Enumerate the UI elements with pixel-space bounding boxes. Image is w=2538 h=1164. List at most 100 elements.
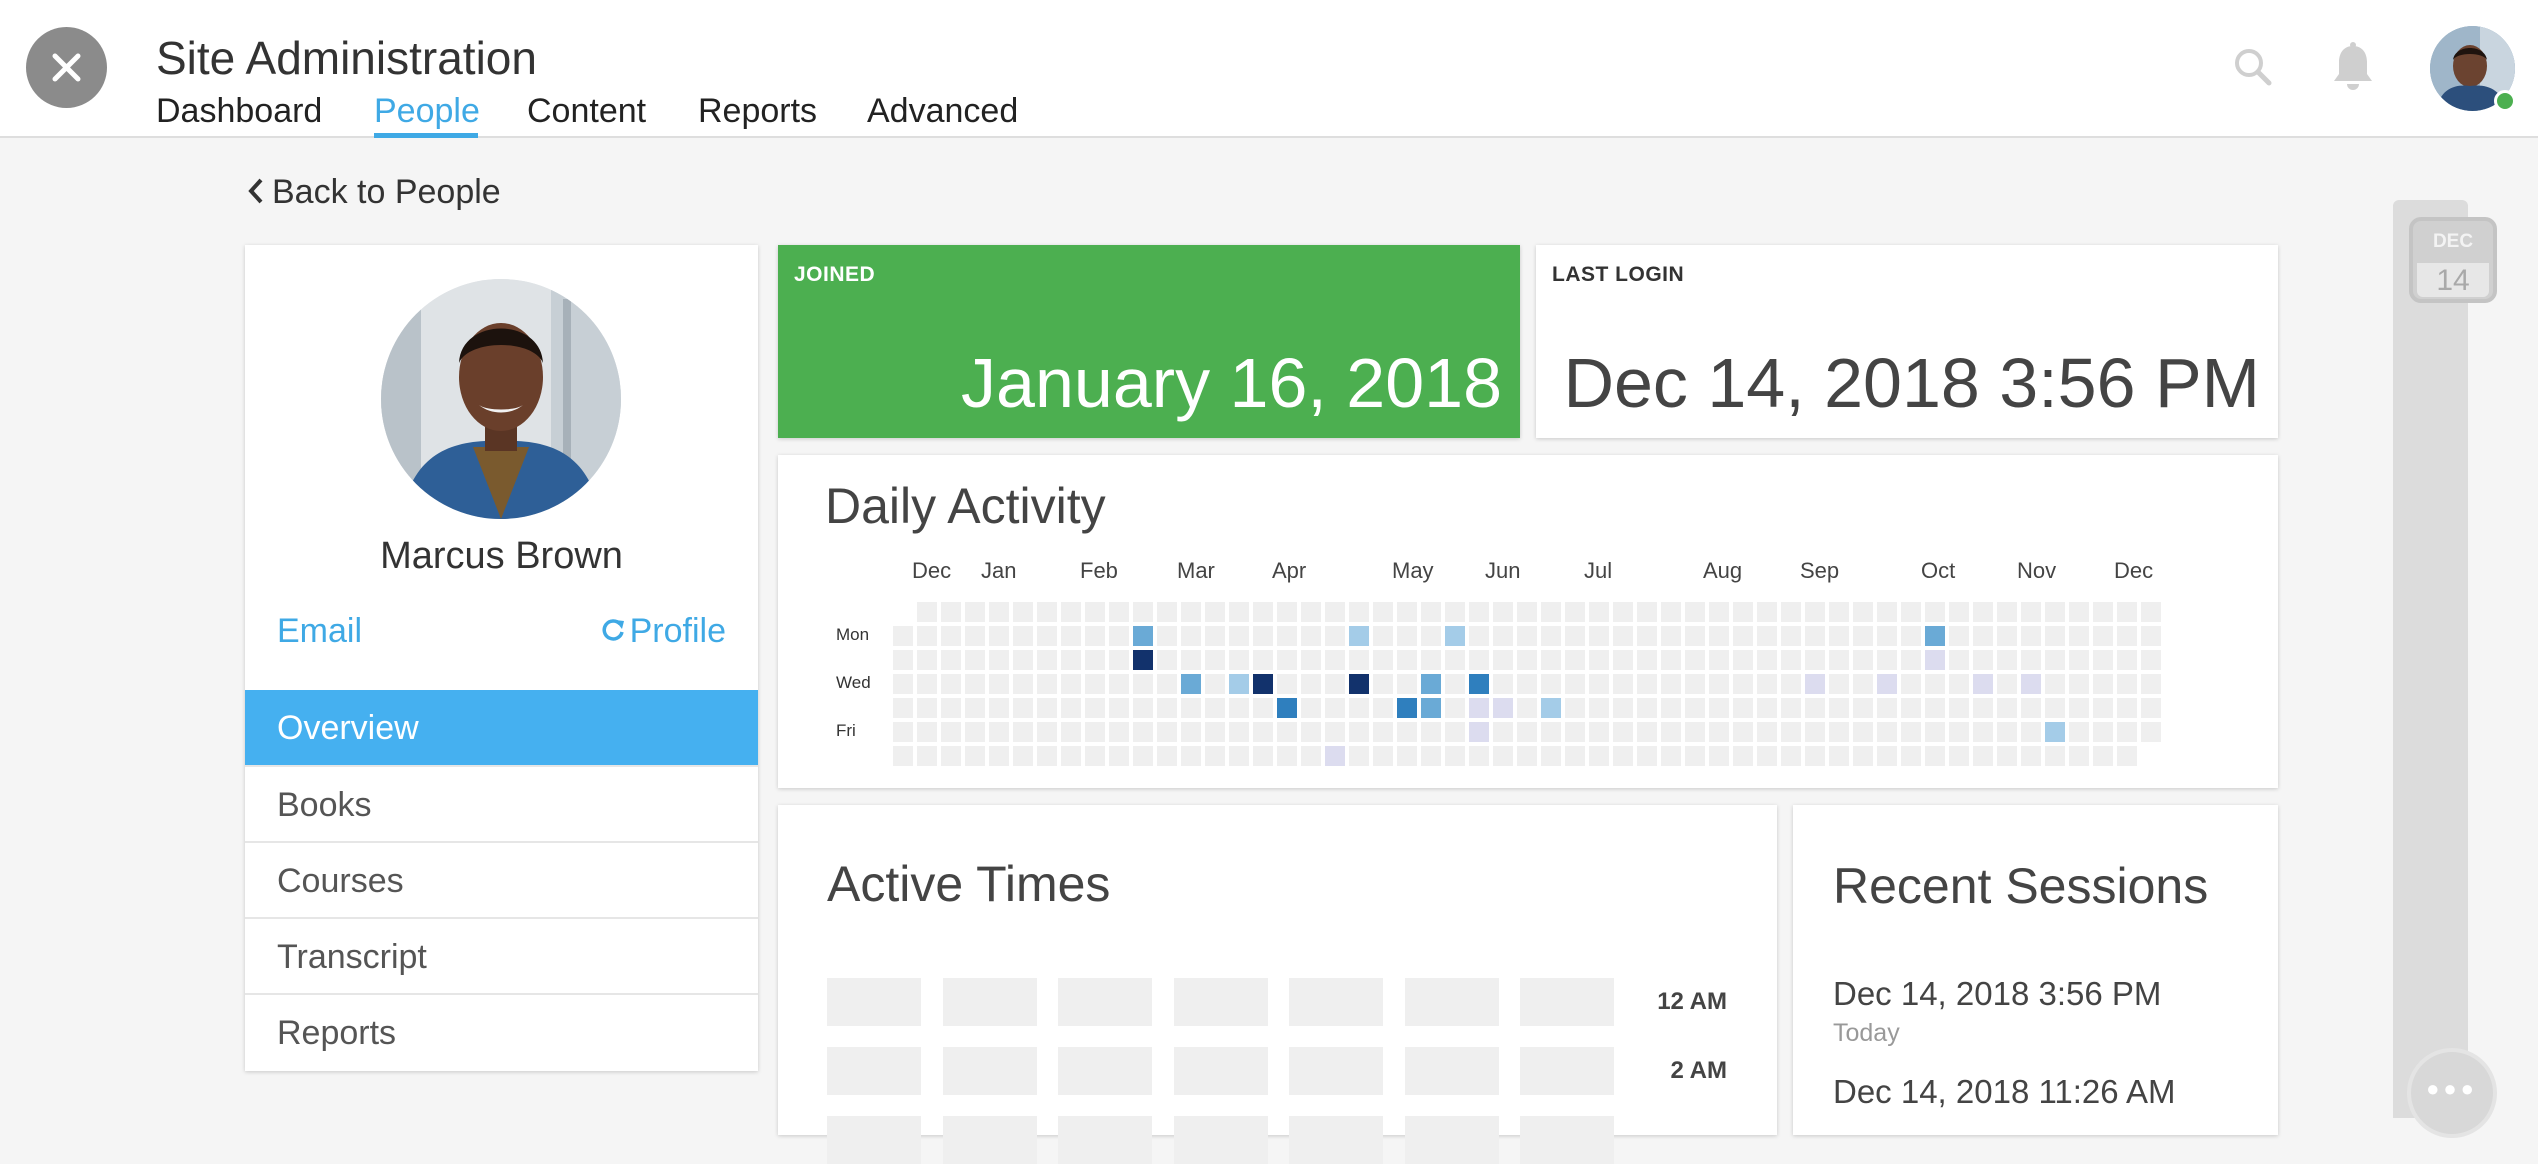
- heatmap-cell[interactable]: [1973, 602, 1993, 622]
- heatmap-cell[interactable]: [1205, 650, 1225, 670]
- heatmap-cell[interactable]: [1277, 746, 1297, 766]
- heatmap-cell[interactable]: [1661, 626, 1681, 646]
- tab-advanced[interactable]: Advanced: [867, 90, 1018, 132]
- heatmap-cell[interactable]: [1805, 722, 1825, 742]
- heatmap-cell[interactable]: [1853, 746, 1873, 766]
- heatmap-cell[interactable]: [1469, 674, 1489, 694]
- heatmap-cell[interactable]: [1877, 626, 1897, 646]
- heatmap-cell[interactable]: [1229, 746, 1249, 766]
- heatmap-cell[interactable]: [2069, 602, 2089, 622]
- heatmap-cell[interactable]: [1637, 674, 1657, 694]
- heatmap-cell[interactable]: [1109, 602, 1129, 622]
- heatmap-cell[interactable]: [2045, 746, 2065, 766]
- heatmap-cell[interactable]: [1589, 722, 1609, 742]
- heatmap-cell[interactable]: [2021, 626, 2041, 646]
- heatmap-cell[interactable]: [1373, 602, 1393, 622]
- heatmap-cell[interactable]: [1565, 722, 1585, 742]
- heatmap-cell[interactable]: [1133, 626, 1153, 646]
- heatmap-cell[interactable]: [1181, 746, 1201, 766]
- heatmap-cell[interactable]: [1037, 746, 1057, 766]
- heatmap-cell[interactable]: [941, 698, 961, 718]
- heatmap-cell[interactable]: [1085, 602, 1105, 622]
- heatmap-cell[interactable]: [1349, 626, 1369, 646]
- heatmap-cell[interactable]: [1013, 746, 1033, 766]
- heatmap-cell[interactable]: [2141, 602, 2161, 622]
- heatmap-cell[interactable]: [1277, 602, 1297, 622]
- heatmap-cell[interactable]: [2093, 674, 2113, 694]
- heatmap-cell[interactable]: [1805, 746, 1825, 766]
- heatmap-cell[interactable]: [1565, 674, 1585, 694]
- heatmap-cell[interactable]: [1661, 746, 1681, 766]
- heatmap-cell[interactable]: [1013, 722, 1033, 742]
- heatmap-cell[interactable]: [1349, 722, 1369, 742]
- search-icon[interactable]: [2232, 46, 2274, 88]
- heatmap-cell[interactable]: [1949, 722, 1969, 742]
- heatmap-cell[interactable]: [965, 698, 985, 718]
- heatmap-cell[interactable]: [1373, 650, 1393, 670]
- heatmap-cell[interactable]: [1157, 602, 1177, 622]
- heatmap-cell[interactable]: [1037, 698, 1057, 718]
- heatmap-cell[interactable]: [1901, 746, 1921, 766]
- heatmap-cell[interactable]: [1421, 602, 1441, 622]
- heatmap-cell[interactable]: [1709, 602, 1729, 622]
- heatmap-cell[interactable]: [1901, 674, 1921, 694]
- heatmap-cell[interactable]: [1637, 650, 1657, 670]
- heatmap-cell[interactable]: [1925, 674, 1945, 694]
- heatmap-cell[interactable]: [1229, 722, 1249, 742]
- heatmap-cell[interactable]: [1589, 698, 1609, 718]
- heatmap-cell[interactable]: [917, 698, 937, 718]
- heatmap-cell[interactable]: [2141, 698, 2161, 718]
- heatmap-cell[interactable]: [2093, 650, 2113, 670]
- heatmap-cell[interactable]: [1037, 650, 1057, 670]
- heatmap-cell[interactable]: [1349, 698, 1369, 718]
- heatmap-cell[interactable]: [1757, 602, 1777, 622]
- heatmap-cell[interactable]: [1517, 746, 1537, 766]
- heatmap-cell[interactable]: [1493, 626, 1513, 646]
- heatmap-cell[interactable]: [1637, 626, 1657, 646]
- heatmap-cell[interactable]: [1613, 602, 1633, 622]
- heatmap-cell[interactable]: [1997, 746, 2017, 766]
- tab-content[interactable]: Content: [527, 90, 646, 132]
- heatmap-cell[interactable]: [1757, 698, 1777, 718]
- heatmap-cell[interactable]: [989, 746, 1009, 766]
- heatmap-cell[interactable]: [1421, 674, 1441, 694]
- heatmap-cell[interactable]: [941, 722, 961, 742]
- heatmap-cell[interactable]: [941, 626, 961, 646]
- heatmap-cell[interactable]: [1901, 626, 1921, 646]
- profile-link[interactable]: Profile: [600, 612, 726, 651]
- heatmap-cell[interactable]: [1781, 746, 1801, 766]
- heatmap-cell[interactable]: [1493, 602, 1513, 622]
- heatmap-cell[interactable]: [1013, 650, 1033, 670]
- heatmap-cell[interactable]: [2069, 626, 2089, 646]
- heatmap-cell[interactable]: [1925, 698, 1945, 718]
- heatmap-cell[interactable]: [1685, 746, 1705, 766]
- heatmap-cell[interactable]: [893, 722, 913, 742]
- heatmap-cell[interactable]: [1733, 698, 1753, 718]
- heatmap-cell[interactable]: [1541, 746, 1561, 766]
- heatmap-cell[interactable]: [941, 602, 961, 622]
- heatmap-cell[interactable]: [1709, 698, 1729, 718]
- heatmap-cell[interactable]: [1181, 722, 1201, 742]
- heatmap-cell[interactable]: [1373, 626, 1393, 646]
- heatmap-cell[interactable]: [2117, 674, 2137, 694]
- heatmap-cell[interactable]: [1925, 746, 1945, 766]
- heatmap-cell[interactable]: [1685, 722, 1705, 742]
- heatmap-cell[interactable]: [989, 650, 1009, 670]
- heatmap-cell[interactable]: [1709, 722, 1729, 742]
- heatmap-cell[interactable]: [1445, 626, 1465, 646]
- heatmap-cell[interactable]: [1157, 746, 1177, 766]
- tab-reports[interactable]: Reports: [698, 90, 817, 132]
- heatmap-cell[interactable]: [893, 674, 913, 694]
- heatmap-cell[interactable]: [1037, 722, 1057, 742]
- heatmap-cell[interactable]: [1493, 722, 1513, 742]
- heatmap-cell[interactable]: [1253, 674, 1273, 694]
- heatmap-cell[interactable]: [1301, 674, 1321, 694]
- heatmap-cell[interactable]: [1085, 746, 1105, 766]
- heatmap-cell[interactable]: [1877, 698, 1897, 718]
- heatmap-cell[interactable]: [1085, 650, 1105, 670]
- heatmap-cell[interactable]: [1613, 698, 1633, 718]
- heatmap-cell[interactable]: [917, 626, 937, 646]
- heatmap-cell[interactable]: [1637, 602, 1657, 622]
- heatmap-cell[interactable]: [1445, 746, 1465, 766]
- heatmap-cell[interactable]: [1325, 650, 1345, 670]
